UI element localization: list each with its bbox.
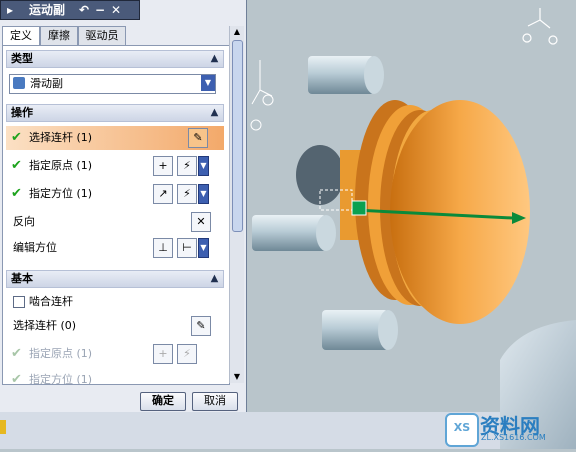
pencil-icon[interactable]: ✎ xyxy=(188,128,208,148)
dialog-titlebar[interactable]: ▸ 运动副 ↶ − ✕ xyxy=(0,0,140,20)
slider-joint-icon xyxy=(13,77,25,89)
pin-cylinder-bottom xyxy=(322,310,398,350)
chevron-down-icon[interactable]: ▼ xyxy=(201,75,215,91)
specify-origin-row[interactable]: ✔ 指定原点 (1) + ⚡ ▼ xyxy=(9,154,224,178)
basic-section-header[interactable]: 基本 ▲ xyxy=(6,270,224,288)
pencil-icon[interactable]: ✎ xyxy=(191,316,211,336)
basic-orientation-row: ✔ 指定方位 (1) xyxy=(9,368,224,385)
check-icon: ✔ xyxy=(11,346,22,361)
ok-button[interactable]: 确定 xyxy=(140,392,186,411)
scroll-down-icon[interactable]: ▼ xyxy=(230,371,244,383)
check-icon: ✔ xyxy=(11,130,22,145)
watermark-logo: XS xyxy=(445,413,479,447)
chevron-up-icon[interactable]: ▲ xyxy=(208,106,221,119)
panel-scrollbar[interactable]: ▲ ▼ xyxy=(229,26,244,383)
operation-section-header[interactable]: 操作 ▲ xyxy=(6,104,224,122)
chevron-up-icon[interactable]: ▲ xyxy=(208,272,221,285)
scroll-thumb[interactable] xyxy=(232,40,243,232)
edit-orientation-row[interactable]: 编辑方位 ⊥ ⊢ ▼ xyxy=(9,236,224,260)
dialog-title: 运动副 xyxy=(28,3,65,17)
scroll-up-icon[interactable]: ▲ xyxy=(230,26,244,38)
check-icon: ✔ xyxy=(11,158,22,173)
csys-dialog-icon[interactable]: ⊥ xyxy=(153,238,173,258)
basic-origin-label: 指定原点 (1) xyxy=(29,347,93,360)
chevron-down-icon[interactable]: ▼ xyxy=(198,184,209,204)
reverse-label: 反向 xyxy=(13,215,35,228)
chevron-up-icon[interactable]: ▲ xyxy=(208,52,221,65)
type-select-value: 滑动副 xyxy=(30,77,63,90)
specify-orientation-row[interactable]: ✔ 指定方位 (1) ↗ ⚡ ▼ xyxy=(9,182,224,206)
vector-dialog-icon[interactable]: ↗ xyxy=(153,184,173,204)
watermark-site-url: ZL.XS1616.COM xyxy=(481,433,546,442)
reverse-row[interactable]: 反向 ✕ xyxy=(9,210,224,234)
specify-origin-label: 指定原点 (1) xyxy=(29,159,93,172)
operation-section-label: 操作 xyxy=(11,106,33,119)
close-icon[interactable]: ✕ xyxy=(109,2,123,18)
chevron-down-icon[interactable]: ▼ xyxy=(198,238,209,258)
type-section-header[interactable]: 类型 ▲ xyxy=(6,50,224,68)
cancel-button[interactable]: 取消 xyxy=(192,392,238,411)
csys-inference-icon[interactable]: ⊢ xyxy=(177,238,197,258)
basic-orientation-label: 指定方位 (1) xyxy=(29,373,93,385)
tab-friction[interactable]: 摩擦 xyxy=(40,26,78,45)
basic-origin-row: ✔ 指定原点 (1) + ⚡ xyxy=(9,342,224,366)
snap-link-label: 啮合连杆 xyxy=(29,295,73,308)
basic-select-link-row[interactable]: 选择连杆 (0) ✎ xyxy=(9,314,224,338)
check-icon: ✔ xyxy=(11,372,22,385)
point-inference-icon: ⚡ xyxy=(177,344,197,364)
collapse-icon[interactable]: − xyxy=(93,2,107,18)
pin-cylinder-left xyxy=(252,215,336,251)
specify-orientation-label: 指定方位 (1) xyxy=(29,187,93,200)
select-link-label: 选择连杆 (1) xyxy=(29,131,93,144)
point-dialog-icon[interactable]: + xyxy=(153,156,173,176)
status-icon xyxy=(0,420,6,434)
snap-link-row[interactable]: 啮合连杆 xyxy=(9,290,224,314)
tab-driver[interactable]: 驱动员 xyxy=(78,26,126,45)
pin-cylinder-top xyxy=(308,56,384,94)
edit-orientation-label: 编辑方位 xyxy=(13,241,57,254)
reverse-direction-icon[interactable]: ✕ xyxy=(191,212,211,232)
point-dialog-icon: + xyxy=(153,344,173,364)
pin-icon[interactable]: ▸ xyxy=(3,2,17,18)
tab-definition[interactable]: 定义 xyxy=(2,26,40,46)
select-link-row[interactable]: ✔ 选择连杆 (1) ✎ xyxy=(6,126,224,150)
point-inference-icon[interactable]: ⚡ xyxy=(177,156,197,176)
motion-pair-dialog: ▸ 运动副 ↶ − ✕ 定义 摩擦 驱动员 类型 ▲ 滑动副 ▼ 操作 ▲ ✔ … xyxy=(0,0,247,412)
vector-inference-icon[interactable]: ⚡ xyxy=(177,184,197,204)
chevron-down-icon[interactable]: ▼ xyxy=(198,156,209,176)
check-icon: ✔ xyxy=(11,186,22,201)
type-select[interactable]: 滑动副 ▼ xyxy=(9,74,216,94)
snap-link-checkbox[interactable] xyxy=(13,296,25,308)
type-section-label: 类型 xyxy=(11,52,33,65)
dialog-panel: 类型 ▲ 滑动副 ▼ 操作 ▲ ✔ 选择连杆 (1) ✎ ✔ 指定原点 (1) … xyxy=(2,45,230,385)
reset-icon[interactable]: ↶ xyxy=(77,2,91,18)
basic-section-label: 基本 xyxy=(11,272,33,285)
basic-select-link-label: 选择连杆 (0) xyxy=(13,319,77,332)
